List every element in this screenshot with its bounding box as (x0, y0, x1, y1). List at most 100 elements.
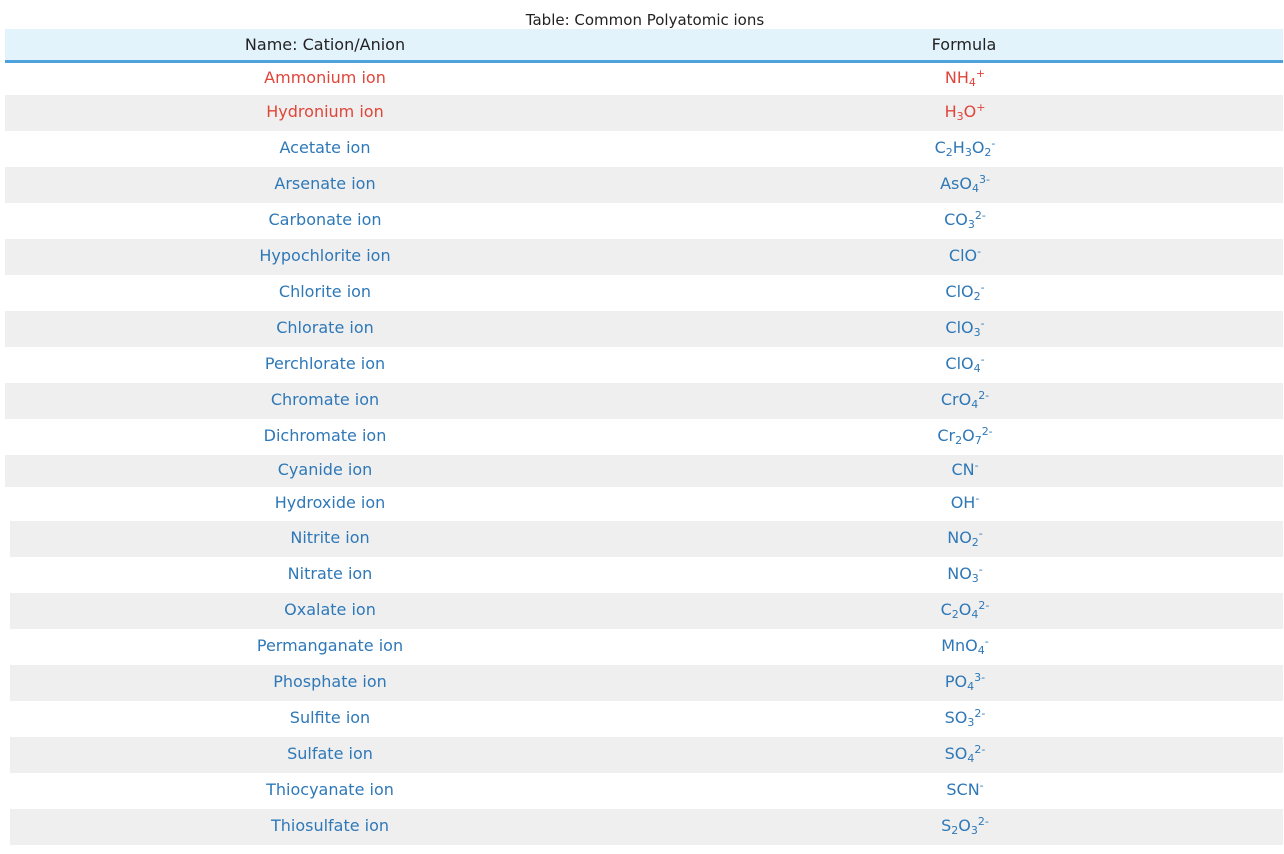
formula-part: O (958, 816, 971, 835)
ion-name: Sulfate ion (287, 744, 373, 763)
formula-part: 2- (981, 425, 993, 438)
formula-part: O (958, 600, 972, 619)
formula-part: 2- (974, 743, 986, 756)
table-row: Permanganate ion MnO4- (10, 629, 1283, 665)
table-row: Hydroxide ion OH- (10, 487, 1283, 521)
formula-part: 2 (945, 146, 953, 159)
formula-part: O (971, 138, 985, 157)
table-row: Thiosulfate ion S2O32- (10, 809, 1283, 845)
formula-part: 2 (971, 536, 979, 549)
formula-part: - (974, 459, 979, 472)
table-row: Arsenate ion AsO43- (5, 167, 1283, 203)
table-row: Chromate ion CrO42- (5, 383, 1283, 419)
formula-part: NH (944, 68, 969, 87)
ion-name: Hydroxide ion (274, 493, 386, 512)
formula-part: 2 (951, 608, 959, 621)
ion-name: Thiocyanate ion (266, 780, 394, 799)
formula-part: 3 (973, 326, 981, 339)
formula-part: - (980, 353, 985, 366)
formula-part: 4 (968, 76, 976, 89)
formula-part: ClO (945, 282, 974, 301)
formula-part: PO (944, 672, 968, 691)
formula-part: 2- (978, 599, 990, 612)
formula-part: - (984, 635, 989, 648)
formula-part: CrO (940, 390, 972, 409)
ion-formula: CO32- (845, 203, 1085, 239)
table-row: Oxalate ion C2O42- (10, 593, 1283, 629)
table-row: Phosphate ion PO43- (10, 665, 1283, 701)
formula-part: Cr (937, 426, 956, 445)
ion-name: Carbonate ion (268, 210, 382, 229)
table-row: Hypochlorite ion ClO- (5, 239, 1283, 275)
ion-name: Phosphate ion (273, 672, 387, 691)
formula-part: 3- (974, 671, 986, 684)
formula-part: C (934, 138, 946, 157)
formula-part: ClO (945, 354, 974, 373)
ion-formula: SCN- (845, 773, 1085, 809)
ion-name: Cyanide ion (277, 460, 373, 479)
formula-part: 3 (956, 110, 964, 123)
formula-part: - (977, 245, 982, 258)
ion-formula: SO32- (845, 701, 1085, 737)
formula-part: 4 (973, 362, 981, 375)
ion-formula: ClO4- (845, 347, 1085, 383)
ion-formula: CN- (845, 455, 1085, 487)
ion-name: Hydronium ion (266, 102, 384, 121)
ion-name: Thiosulfate ion (270, 816, 390, 835)
formula-part: + (976, 101, 986, 114)
ion-name: Nitrite ion (290, 528, 370, 547)
formula-part: 3 (967, 218, 975, 231)
formula-part: H (944, 102, 957, 121)
ion-name: Chlorate ion (276, 318, 374, 337)
formula-part: CO (944, 210, 968, 229)
ion-formula: ClO3- (845, 311, 1085, 347)
formula-part: AsO (940, 174, 972, 193)
formula-part: C (940, 600, 952, 619)
formula-part: SCN (946, 780, 980, 799)
ion-formula: C2O42- (845, 593, 1085, 629)
ion-name: Ammonium ion (264, 68, 386, 87)
formula-part: ClO (948, 246, 978, 265)
ion-formula: NO3- (845, 557, 1085, 593)
formula-part: 2- (978, 389, 990, 402)
ion-name: Arsenate ion (274, 174, 376, 193)
formula-part: OH (950, 493, 976, 512)
formula-part: CN (951, 460, 975, 479)
formula-part: - (980, 317, 985, 330)
ion-formula: NO2- (845, 521, 1085, 557)
table-row: Thiocyanate ion SCN- (10, 773, 1283, 809)
ion-name: Hypochlorite ion (259, 246, 391, 265)
ion-formula: ClO2- (845, 275, 1085, 311)
formula-part: 4 (977, 644, 985, 657)
formula-part: SO (944, 744, 968, 763)
formula-part: 3 (964, 146, 972, 159)
formula-part: 7 (974, 434, 982, 447)
table-row: Hydronium ion H3O+ (5, 95, 1283, 131)
ion-formula: C2H3O2- (845, 131, 1085, 167)
formula-part: 3 (971, 572, 979, 585)
table-body: Ammonium ion NH4+ Hydronium ion H3O+ Acetate… (0, 0, 1284, 854)
ion-formula: AsO43- (845, 167, 1085, 203)
table-row: Carbonate ion CO32- (5, 203, 1283, 239)
formula-part: S (941, 816, 952, 835)
formula-part: + (975, 67, 986, 80)
table-row: Dichromate ion Cr2O72- (5, 419, 1283, 455)
table-row: Ammonium ion NH4+ (5, 63, 1283, 95)
formula-part: - (978, 563, 983, 576)
ion-formula: OH- (845, 487, 1085, 521)
table-row: Cyanide ion CN- (5, 455, 1283, 487)
formula-part: MnO (941, 636, 978, 655)
table-row: Perchlorate ion ClO4- (5, 347, 1283, 383)
formula-part: - (980, 281, 985, 294)
formula-part: - (991, 137, 996, 150)
ion-name: Dichromate ion (263, 426, 387, 445)
table-row: Nitrite ion NO2- (10, 521, 1283, 557)
ion-name: Chlorite ion (278, 282, 372, 301)
ion-formula: MnO4- (845, 629, 1085, 665)
ion-formula: CrO42- (845, 383, 1085, 419)
ion-formula: SO42- (845, 737, 1085, 773)
formula-part: - (979, 779, 984, 792)
ion-name: Perchlorate ion (264, 354, 386, 373)
ion-name: Permanganate ion (256, 636, 404, 655)
ion-name: Sulfite ion (289, 708, 371, 727)
